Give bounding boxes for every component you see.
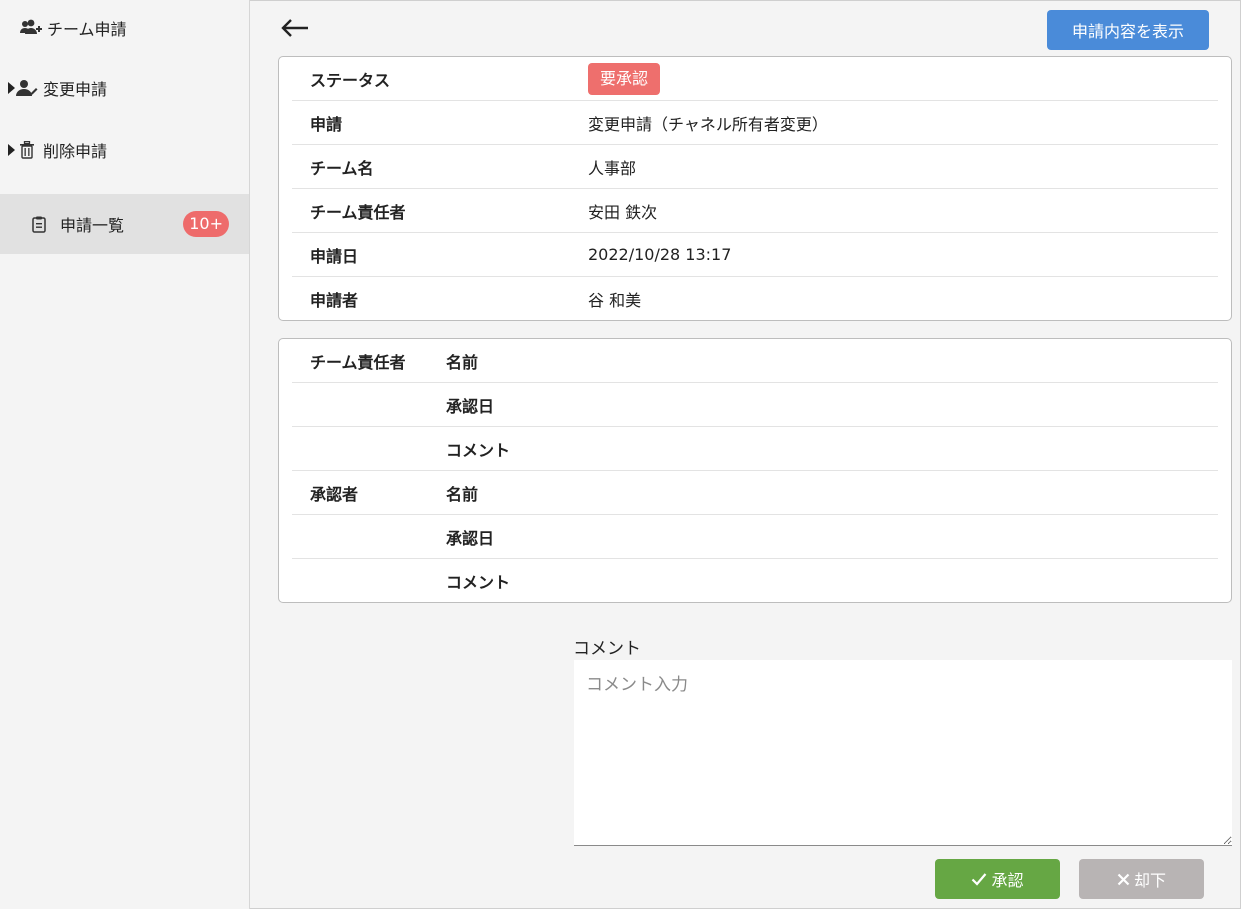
detail-value: 人事部 xyxy=(588,158,637,178)
detail-row-request: 申請 変更申請（チャネル所有者変更） xyxy=(292,101,1218,145)
detail-key: ステータス xyxy=(310,70,391,90)
approval-row: チーム責任者 名前 xyxy=(292,339,1218,383)
sidebar: チーム申請 変更申請 削除申請 申請一覧 10+ xyxy=(0,0,250,909)
approvals-card: チーム責任者 名前 承認日 コメント 承認者 名前 承認日 コメント xyxy=(278,338,1232,603)
sidebar-item-delete-request[interactable]: 削除申請 xyxy=(0,130,249,170)
arrow-left-icon xyxy=(281,19,308,37)
approval-field-label: 名前 xyxy=(446,352,479,372)
approval-group-label: チーム責任者 xyxy=(310,352,406,372)
sidebar-item-label: 変更申請 xyxy=(43,80,108,99)
trash-icon xyxy=(16,140,38,160)
sidebar-header-team-request[interactable]: チーム申請 xyxy=(0,8,249,48)
approval-row: コメント xyxy=(292,427,1218,471)
detail-row-request-date: 申請日 2022/10/28 13:17 xyxy=(292,233,1218,277)
detail-value: 谷 和美 xyxy=(588,291,642,310)
detail-row-team-owner: チーム責任者 安田 鉄次 xyxy=(292,189,1218,233)
approval-field-label: 承認日 xyxy=(446,528,495,548)
clipboard-icon xyxy=(28,214,50,234)
approval-group-label: 承認者 xyxy=(310,484,359,504)
approval-row: コメント xyxy=(292,559,1218,603)
approve-button[interactable]: 承認 xyxy=(935,859,1060,899)
approval-row: 承認日 xyxy=(292,383,1218,427)
user-edit-icon xyxy=(16,78,38,98)
sidebar-item-label: 申請一覧 xyxy=(60,216,125,235)
detail-key: チーム責任者 xyxy=(310,202,406,222)
approval-field-label: 承認日 xyxy=(446,396,495,416)
detail-key: 申請者 xyxy=(310,291,359,310)
count-badge: 10+ xyxy=(183,211,229,237)
back-button[interactable] xyxy=(280,14,312,42)
sidebar-header-label: チーム申請 xyxy=(47,20,127,39)
show-request-button[interactable]: 申請内容を表示 xyxy=(1047,10,1209,50)
detail-key: チーム名 xyxy=(310,158,374,178)
approval-row: 承認日 xyxy=(292,515,1218,559)
caret-right-icon xyxy=(6,82,16,94)
caret-right-icon xyxy=(6,144,16,156)
detail-key: 申請日 xyxy=(310,246,359,266)
close-icon xyxy=(1117,873,1130,885)
detail-value: 変更申請（チャネル所有者変更） xyxy=(588,114,828,134)
sidebar-item-change-request[interactable]: 変更申請 xyxy=(0,68,249,108)
reject-button[interactable]: 却下 xyxy=(1079,859,1204,899)
detail-value: 安田 鉄次 xyxy=(588,202,658,222)
status-badge: 要承認 xyxy=(588,62,661,95)
comment-input[interactable] xyxy=(574,660,1232,846)
users-plus-icon xyxy=(20,18,42,38)
request-details-card: ステータス 要承認 申請 変更申請（チャネル所有者変更） チーム名 人事部 チー… xyxy=(278,56,1232,321)
check-icon xyxy=(972,873,987,886)
detail-key: 申請 xyxy=(310,114,343,134)
detail-value: 2022/10/28 13:17 xyxy=(588,245,732,264)
detail-row-team-name: チーム名 人事部 xyxy=(292,145,1218,189)
reject-label: 却下 xyxy=(1133,871,1166,890)
approval-field-label: 名前 xyxy=(446,484,479,504)
detail-row-status: ステータス 要承認 xyxy=(292,57,1218,101)
approval-field-label: コメント xyxy=(446,573,511,592)
sidebar-item-request-list[interactable]: 申請一覧 10+ xyxy=(0,194,249,254)
detail-row-applicant: 申請者 谷 和美 xyxy=(292,277,1218,321)
approval-field-label: コメント xyxy=(446,440,511,460)
approve-label: 承認 xyxy=(991,871,1024,890)
approval-row: 承認者 名前 xyxy=(292,471,1218,515)
comment-label: コメント xyxy=(573,639,641,659)
sidebar-item-label: 削除申請 xyxy=(43,142,108,161)
